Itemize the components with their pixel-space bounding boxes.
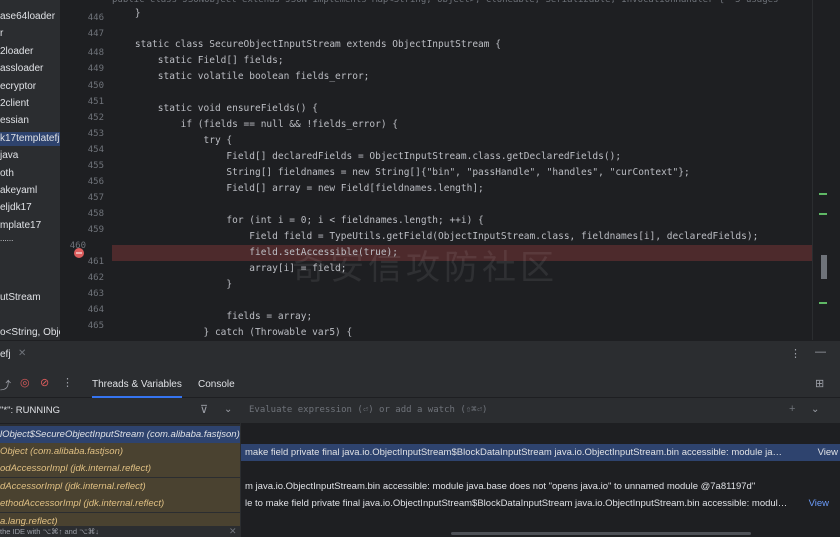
tree-item[interactable]: essian (0, 114, 29, 128)
line-number: 456 (87, 177, 104, 187)
line-number: 455 (87, 161, 104, 171)
frames-hint: the IDE with ⌥⌘↑ and ⌥⌘↓ (0, 526, 240, 537)
code-line: } (112, 279, 233, 290)
line-number: 448 (87, 48, 104, 58)
code-line: static volatile boolean fields_error; (112, 71, 370, 82)
code-line: fields = array; (112, 311, 313, 322)
view-link[interactable]: View (818, 444, 838, 461)
change-marker (819, 302, 827, 304)
change-marker (819, 213, 827, 215)
add-watch-icon[interactable]: + (789, 403, 795, 415)
evaluate-input[interactable]: Evaluate expression (⏎) or add a watch (… (249, 405, 487, 415)
code-line: Field[] declaredFields = ObjectInputStre… (112, 151, 622, 162)
line-number: 465 (87, 321, 104, 331)
variable-row[interactable]: make field private final java.io.ObjectI… (241, 444, 840, 461)
tree-item[interactable]: ecryptor (0, 80, 36, 94)
tree-item[interactable]: 2client (0, 97, 29, 111)
tab-threads-variables[interactable]: Threads & Variables (92, 379, 182, 398)
tree-item[interactable]: o<String, Obje (0, 326, 60, 340)
code-line: static void ensureFields() { (112, 103, 318, 114)
more-icon[interactable]: ⋮ (790, 347, 801, 360)
line-number: 447 (87, 29, 104, 39)
line-number: 457 (87, 193, 104, 203)
variables-list: make field private final java.io.ObjectI… (241, 424, 840, 537)
tree-item[interactable]: akeyaml (0, 184, 37, 198)
line-number: 463 (87, 289, 104, 299)
code-editor[interactable]: public class JSONObject extends JSON imp… (112, 0, 812, 340)
code-line: for (int i = 0; i < fieldnames.length; +… (112, 215, 484, 226)
line-number: 462 (87, 273, 104, 283)
variable-value: le to make field private final java.io.O… (245, 498, 788, 509)
filter-icon[interactable]: ⊽ (200, 403, 208, 416)
tree-item[interactable]: ...... (0, 232, 13, 246)
editor-right-gutter (812, 0, 840, 340)
watermark: 奇安信攻防社区 (292, 249, 558, 287)
tree-item[interactable]: 2loader (0, 45, 33, 59)
code-line: } (112, 8, 141, 19)
tree-item[interactable]: ase64loader (0, 10, 55, 24)
frame-item[interactable]: odAccessorImpl (jdk.internal.reflect) (0, 460, 240, 477)
tree-item[interactable]: assloader (0, 62, 43, 76)
step-out-icon[interactable]: ⤴ (0, 377, 11, 393)
thread-selector[interactable]: "*": RUNNING ⊽ ⌄ (0, 398, 240, 424)
line-number: 450 (87, 81, 104, 91)
scroll-thumb[interactable] (821, 255, 827, 279)
line-number: 449 (87, 64, 104, 74)
breakpoint-icon[interactable] (72, 246, 86, 260)
tree-item[interactable]: java (0, 149, 18, 163)
code-line: try { (112, 135, 233, 146)
debug-panel: efj ✕ ⋮ — ⤴ ◎ ⊘ ⋮ Threads & Variables Co… (0, 340, 840, 537)
change-marker (819, 193, 827, 195)
project-tree: ase64loader r 2loader assloader ecryptor… (0, 0, 61, 340)
frame-item[interactable]: ethodAccessorImpl (jdk.internal.reflect) (0, 495, 240, 512)
code-line: public class JSONObject extends JSON imp… (112, 0, 779, 5)
tab-debug-session[interactable]: efj (0, 349, 11, 360)
evaluate-bar: Evaluate expression (⏎) or add a watch (… (241, 398, 840, 424)
tree-item[interactable]: oth (0, 167, 14, 181)
line-gutter: 446 447 448 449 450 451 452 453 454 455 … (60, 0, 112, 340)
code-line: static Field[] fields; (112, 55, 284, 66)
chevron-down-icon[interactable]: ⌄ (224, 404, 232, 415)
variable-row[interactable]: le to make field private final java.io.O… (245, 495, 835, 512)
debug-toolbar: ⤴ ◎ ⊘ ⋮ Threads & Variables Console ⊞ (0, 371, 840, 398)
line-number: 453 (87, 129, 104, 139)
tree-item-selected[interactable]: k17templatefj (0, 132, 60, 146)
more-icon[interactable]: ⋮ (62, 376, 73, 389)
close-icon[interactable]: ✕ (18, 348, 26, 359)
view-link[interactable]: View (809, 495, 829, 512)
tab-console[interactable]: Console (198, 379, 235, 390)
line-number: 464 (87, 305, 104, 315)
debug-tab-row: efj ✕ ⋮ — (0, 341, 840, 369)
tree-item[interactable]: eljdk17 (0, 201, 32, 215)
frame-item[interactable]: dAccessorImpl (jdk.internal.reflect) (0, 478, 240, 495)
line-number: 459 (87, 225, 104, 235)
code-line: Field[] array = new Field[fieldnames.len… (112, 183, 484, 194)
minimize-icon[interactable]: — (815, 346, 826, 358)
thread-status: "*": RUNNING (0, 405, 61, 416)
mute-breakpoints-icon[interactable]: ⊘ (40, 376, 49, 389)
code-line: if (fields == null && !fields_error) { (112, 119, 398, 130)
frame-item[interactable]: lObject$SecureObjectInputStream (com.ali… (0, 426, 240, 443)
code-line: } catch (Throwable var5) { (112, 327, 353, 338)
view-breakpoints-icon[interactable]: ◎ (20, 376, 30, 389)
variable-row[interactable]: m java.io.ObjectInputStream.bin accessib… (245, 478, 835, 495)
variable-value: make field private final java.io.ObjectI… (245, 447, 783, 458)
frame-item[interactable]: Object (com.alibaba.fastjson) (0, 443, 240, 460)
line-number: 454 (87, 145, 104, 155)
code-line: String[] fieldnames = new String[]{"bin"… (112, 167, 690, 178)
close-icon[interactable]: ✕ (229, 526, 237, 537)
code-line: static class SecureObjectInputStream ext… (112, 39, 501, 50)
line-number: 446 (87, 13, 104, 23)
tree-item[interactable]: mplate17 (0, 219, 41, 233)
frames-list: lObject$SecureObjectInputStream (com.ali… (0, 424, 240, 537)
line-number: 458 (87, 209, 104, 219)
horizontal-scrollbar[interactable] (451, 532, 751, 535)
chevron-down-icon[interactable]: ⌄ (811, 404, 819, 415)
line-number: 452 (87, 113, 104, 123)
variable-value: m java.io.ObjectInputStream.bin accessib… (245, 481, 756, 492)
tree-item[interactable]: utStream (0, 291, 41, 305)
line-number: 451 (87, 97, 104, 107)
tree-item[interactable]: r (0, 27, 3, 41)
layout-icon[interactable]: ⊞ (815, 377, 824, 390)
